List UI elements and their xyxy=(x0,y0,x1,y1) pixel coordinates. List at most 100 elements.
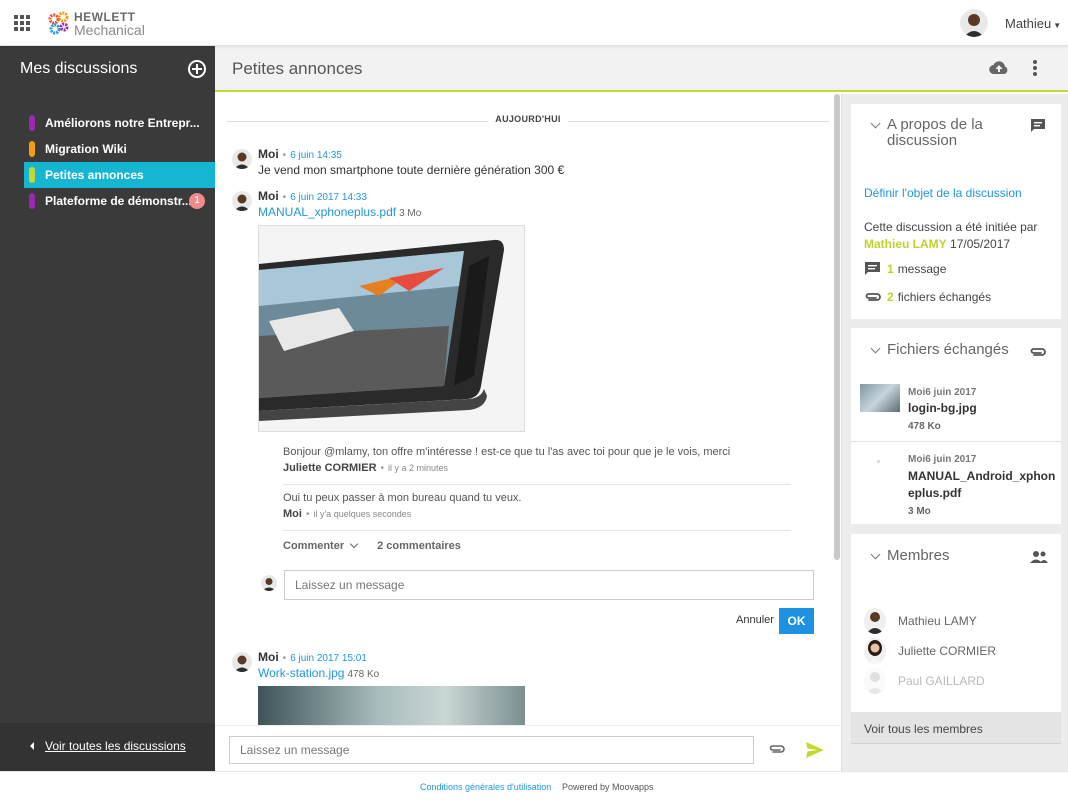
comment-count[interactable]: 2 commentaires xyxy=(377,540,461,552)
comment-divider xyxy=(283,484,791,485)
file-item[interactable]: Moi6 juin 2017 login-bg.jpg 478 Ko xyxy=(851,374,1061,442)
attachment-link[interactable]: MANUAL_xphoneplus.pdf xyxy=(258,205,396,219)
add-discussion-icon[interactable] xyxy=(188,60,206,78)
message-author: Moi xyxy=(258,147,279,161)
message-text: Je vend mon smartphone toute dernière gé… xyxy=(258,163,565,177)
comment-time: il y a 2 minutes xyxy=(388,463,449,473)
more-options-icon[interactable] xyxy=(1033,60,1037,76)
company-logo[interactable]: HEWLETT Mechanical xyxy=(48,9,145,39)
files-card: Fichiers échangés Moi6 juin 2017 login-b… xyxy=(851,328,1061,524)
discussion-item-ameliorons[interactable]: Améliorons notre Entrepr... xyxy=(24,110,215,136)
user-menu-button[interactable]: Mathieu ▼ xyxy=(1005,16,1061,31)
powered-by-text: Powered by Moovapps xyxy=(562,782,654,792)
file-date: Moi6 juin 2017 xyxy=(908,387,977,398)
chat-bubble-icon xyxy=(865,262,880,275)
file-name: login-bg.jpg xyxy=(908,401,977,415)
cancel-button[interactable]: Annuler xyxy=(736,614,774,626)
chevron-down-icon[interactable] xyxy=(870,549,881,560)
initiator-name[interactable]: Mathieu LAMY xyxy=(864,237,947,251)
member-name: Juliette CORMIER xyxy=(898,644,997,658)
discussion-item-plateforme[interactable]: Plateforme de démonstr... 1 xyxy=(24,188,215,214)
attachment-preview-image[interactable] xyxy=(258,225,525,432)
discussions-sidebar: Mes discussions Améliorons notre Entrepr… xyxy=(0,46,215,771)
avatar xyxy=(864,608,886,634)
comment-time: il y'a quelques secondes xyxy=(313,509,412,519)
discussion-item-label: Plateforme de démonstr... xyxy=(45,194,192,208)
message-input[interactable] xyxy=(229,736,754,764)
discussion-item-label: Petites annonces xyxy=(45,168,144,182)
comment-input[interactable] xyxy=(284,570,814,600)
messages-stat: 1 message xyxy=(864,261,946,277)
comment-divider xyxy=(283,530,791,531)
send-icon[interactable] xyxy=(805,741,825,759)
gears-logo-icon xyxy=(48,11,69,35)
discussion-item-label: Migration Wiki xyxy=(45,142,127,156)
chevron-down-icon[interactable] xyxy=(870,118,881,129)
logo-text-line2: Mechanical xyxy=(74,22,145,38)
message-date: 6 juin 2017 15:01 xyxy=(290,653,367,664)
chat-area[interactable]: AUJOURD'HUI Moi • 6 juin 14:35 Je vend mon… xyxy=(215,94,841,725)
about-initiated-text: Cette discussion a été initiée par Mathi… xyxy=(864,220,1038,251)
attachment-link[interactable]: Work-station.jpg xyxy=(258,666,344,680)
avatar xyxy=(864,638,886,664)
member-name: Paul GAILLARD xyxy=(898,674,985,688)
member-item[interactable]: Juliette CORMIER xyxy=(864,638,996,664)
about-title: A propos de la discussion xyxy=(887,116,983,149)
comment-text: Oui tu peux passer à mon bureau quand tu… xyxy=(283,492,522,504)
avatar xyxy=(864,668,886,694)
page-title: Petites annonces xyxy=(232,59,363,78)
comment-author: Juliette CORMIER xyxy=(283,462,377,474)
member-item[interactable]: Mathieu LAMY xyxy=(864,608,977,634)
define-subject-link[interactable]: Définir l'objet de la discussion xyxy=(864,186,1022,200)
avatar xyxy=(261,575,277,591)
file-size: 478 Ko xyxy=(908,421,941,432)
comment-text: Bonjour @mlamy, ton offre m'intéresse ! … xyxy=(283,446,731,458)
discussion-item-petites-annonces[interactable]: Petites annonces xyxy=(24,162,215,188)
page-footer: Conditions générales d'utilisation Power… xyxy=(0,771,1068,800)
discussion-item-label: Améliorons notre Entrepr... xyxy=(45,116,200,130)
sidebar-title: Mes discussions xyxy=(20,60,138,77)
comment-author: Moi xyxy=(283,508,302,520)
member-item[interactable]: Paul GAILLARD xyxy=(864,668,985,694)
chevron-down-icon[interactable] xyxy=(870,343,881,354)
terms-link[interactable]: Conditions générales d'utilisation xyxy=(420,782,551,792)
file-item[interactable]: Moi6 juin 2017 MANUAL_Android_xphoneplus… xyxy=(851,442,1061,524)
member-name: Mathieu LAMY xyxy=(898,614,977,628)
files-stat: 2 fichiers échangés xyxy=(864,290,991,304)
members-card: Membres Mathieu LAMY Juliette CORMIER Pa… xyxy=(851,534,1061,712)
discussion-item-migration-wiki[interactable]: Migration Wiki xyxy=(24,136,215,162)
see-all-discussions-link[interactable]: Voir toutes les discussions xyxy=(45,739,186,753)
chevron-left-icon xyxy=(30,742,34,750)
chat-scrollbar[interactable] xyxy=(834,94,840,560)
caret-down-icon: ▼ xyxy=(1053,21,1062,30)
sidebar-footer: Voir toutes les discussions xyxy=(0,723,215,771)
color-dot xyxy=(29,141,35,157)
day-separator: AUJOURD'HUI xyxy=(227,114,829,128)
message-date: 6 juin 2017 14:33 xyxy=(290,192,367,203)
see-all-members-button[interactable]: Voir tous les membres xyxy=(851,712,1061,744)
attach-icon[interactable] xyxy=(768,743,786,755)
color-dot xyxy=(29,167,35,183)
message-date: 6 juin 14:35 xyxy=(290,150,342,161)
attachment-preview-image[interactable] xyxy=(258,686,525,725)
attachment-size: 3 Mo xyxy=(399,208,422,219)
files-title: Fichiers échangés xyxy=(887,341,1009,358)
members-title: Membres xyxy=(887,547,950,564)
avatar xyxy=(232,652,252,672)
user-avatar[interactable] xyxy=(960,9,988,37)
discussion-header: Petites annonces xyxy=(215,46,1068,92)
cloud-upload-icon[interactable] xyxy=(989,60,1009,76)
color-dot xyxy=(29,115,35,131)
comment-button[interactable]: Commenter xyxy=(283,540,344,552)
apps-grid-icon[interactable] xyxy=(14,15,30,31)
file-name: MANUAL_Android_xphoneplus.pdf xyxy=(908,469,1056,500)
message-author: Moi xyxy=(258,189,279,203)
attachment-size: 478 Ko xyxy=(347,669,380,680)
color-dot xyxy=(29,193,35,209)
unread-badge: 1 xyxy=(189,193,205,209)
chevron-down-icon[interactable] xyxy=(349,539,359,549)
ok-button[interactable]: OK xyxy=(779,608,814,634)
file-thumbnail xyxy=(860,384,900,412)
compose-bar xyxy=(215,725,841,771)
comment-item: Bonjour @mlamy, ton offre m'intéresse ! … xyxy=(283,446,791,474)
